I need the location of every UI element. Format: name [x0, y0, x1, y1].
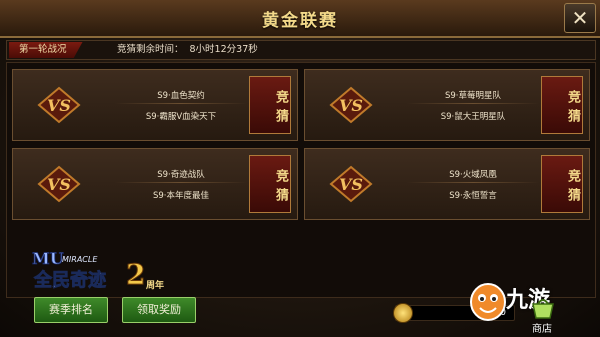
match-card: VS S9·奇迹战队 S9·本年度最佳 竞猜 — [12, 148, 298, 220]
svg-text:VS: VS — [47, 175, 71, 194]
logo-number: 2 — [126, 258, 145, 291]
vs-icon: VS — [329, 86, 373, 124]
match-card: VS S9·草莓明星队 S9·鼠大王明星队 竞猜 — [304, 69, 590, 141]
shop-button[interactable]: 商店 — [522, 298, 562, 335]
season-rank-button[interactable]: 赛季排名 — [34, 297, 108, 323]
guess-button[interactable]: 竞猜 — [541, 155, 583, 213]
guess-button[interactable]: 竞猜 — [249, 76, 291, 134]
vs-icon: VS — [37, 86, 81, 124]
countdown: 竞猜剩余时间： 8小时12分37秒 — [117, 42, 258, 58]
logo-title-text: 全民奇迹 — [33, 269, 106, 291]
team-b-name: S9·永恒誓言 — [449, 191, 497, 201]
divider — [407, 103, 539, 104]
mascot-icon — [470, 283, 506, 321]
shop-label: 商店 — [532, 324, 552, 335]
countdown-label: 竞猜剩余时间： — [117, 44, 184, 55]
svg-text:VS: VS — [47, 96, 71, 115]
svg-text:VS: VS — [339, 96, 363, 115]
title-bar: 黄金联赛 ✕ — [0, 0, 600, 38]
round-label: 第一轮战况 — [9, 42, 83, 58]
logo-miracle-text: MIRACLE — [62, 255, 98, 264]
claim-reward-button[interactable]: 领取奖励 — [122, 297, 196, 323]
team-a-name: S9·草莓明星队 — [444, 91, 501, 101]
team-b-name: S9·本年度最佳 — [152, 191, 209, 201]
match-card: VS S9·火域凤凰 S9·永恒誓言 竞猜 — [304, 148, 590, 220]
team-b-name: S9·鼠大王明星队 — [440, 112, 506, 122]
logo-mu: MU — [32, 249, 64, 268]
team-a-name: S9·血色契约 — [157, 91, 205, 101]
guess-button[interactable]: 竞猜 — [541, 76, 583, 134]
divider — [115, 182, 247, 183]
status-bar: 第一轮战况 竞猜剩余时间： 8小时12分37秒 — [6, 40, 596, 60]
game-logo: MU MIRACLE 全民奇迹 2 周年 — [32, 249, 164, 292]
divider — [115, 103, 247, 104]
shop-icon — [532, 299, 554, 319]
page-title: 黄金联赛 — [262, 11, 338, 31]
countdown-value: 8小时12分37秒 — [189, 44, 258, 55]
coin-icon — [393, 303, 413, 323]
team-a-name: S9·火域凤凰 — [449, 170, 497, 180]
team-b-name: S9·霸服V血染天下 — [145, 112, 217, 122]
game-window: 黄金联赛 ✕ 第一轮战况 竞猜剩余时间： 8小时12分37秒 VS S9·血色契约… — [0, 0, 600, 337]
logo-anniversary: 周年 — [146, 279, 164, 291]
guess-button[interactable]: 竞猜 — [249, 155, 291, 213]
close-button[interactable]: ✕ — [564, 3, 596, 33]
vs-icon: VS — [37, 165, 81, 203]
team-a-name: S9·奇迹战队 — [157, 170, 205, 180]
vs-icon: VS — [329, 165, 373, 203]
match-card: VS S9·血色契约 S9·霸服V血染天下 竞猜 — [12, 69, 298, 141]
divider — [407, 182, 539, 183]
svg-text:VS: VS — [339, 175, 363, 194]
